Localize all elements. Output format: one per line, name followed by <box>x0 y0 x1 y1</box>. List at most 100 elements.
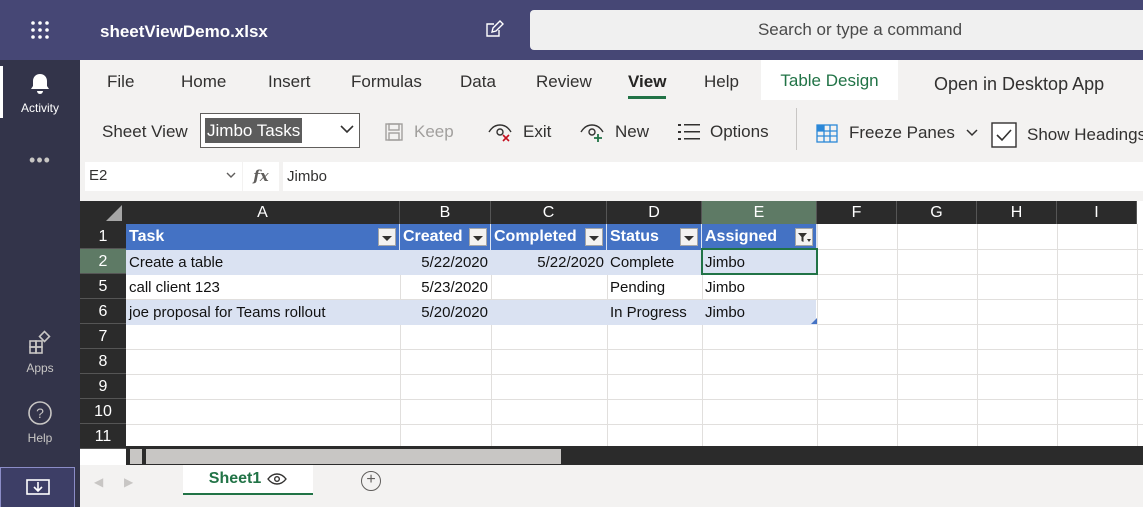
table-cell[interactable]: Complete <box>607 250 702 275</box>
tab-file[interactable]: File <box>107 72 134 92</box>
table-cell[interactable]: call client 123 <box>126 275 400 300</box>
table-cell[interactable] <box>491 275 607 300</box>
eye-icon <box>267 473 288 485</box>
column-header-a[interactable]: A <box>126 201 400 224</box>
add-sheet-button[interactable]: + <box>361 471 381 491</box>
horizontal-scrollbar[interactable] <box>126 446 1143 465</box>
chevron-down-icon <box>340 125 354 134</box>
file-title: sheetViewDemo.xlsx <box>100 22 268 41</box>
search-input[interactable]: Search or type a command <box>530 10 1143 50</box>
gridline <box>977 224 978 454</box>
app-launcher-button[interactable] <box>0 0 80 60</box>
next-sheet-arrow[interactable]: ▶ <box>124 475 133 489</box>
ribbon-separator <box>796 108 797 150</box>
rail-more-button[interactable]: ••• <box>0 150 80 171</box>
column-header-f[interactable]: F <box>817 201 897 224</box>
table-cell[interactable]: 5/20/2020 <box>400 300 491 325</box>
tab-help[interactable]: Help <box>704 72 739 92</box>
options-button[interactable]: Options <box>678 122 769 142</box>
prev-sheet-arrow[interactable]: ◀ <box>94 475 103 489</box>
tab-home[interactable]: Home <box>181 72 226 92</box>
table-header-status[interactable]: Status <box>607 224 702 250</box>
tab-view[interactable]: View <box>628 72 667 99</box>
table-header-completed[interactable]: Completed <box>491 224 607 250</box>
rail-item-help[interactable]: ? Help <box>0 400 80 445</box>
column-header-c[interactable]: C <box>491 201 607 224</box>
sheet-tab-bar: ◀ ▶ Sheet1 + <box>80 465 1143 507</box>
tab-table-design[interactable]: Table Design <box>761 60 898 100</box>
dropdown-arrow-icon <box>589 236 599 241</box>
column-header-b[interactable]: B <box>400 201 491 224</box>
filter-button[interactable] <box>378 228 396 246</box>
rail-item-activity[interactable]: Activity <box>0 66 80 118</box>
row-header[interactable]: 10 <box>80 399 126 424</box>
table-cell[interactable]: In Progress <box>607 300 702 325</box>
column-header-d[interactable]: D <box>607 201 702 224</box>
table-header-created[interactable]: Created <box>400 224 491 250</box>
row-header[interactable]: 9 <box>80 374 126 399</box>
filter-button[interactable] <box>469 228 487 246</box>
download-app-button[interactable] <box>0 467 75 507</box>
rail-item-apps[interactable]: Apps <box>0 330 80 375</box>
table-cell[interactable]: joe proposal for Teams rollout <box>126 300 400 325</box>
table-cell[interactable] <box>491 300 607 325</box>
table-cell[interactable]: Jimbo <box>702 275 817 300</box>
table-cell[interactable]: 5/23/2020 <box>400 275 491 300</box>
table-cell[interactable]: Create a table <box>126 250 400 275</box>
scroll-left-arrow[interactable] <box>130 449 142 464</box>
edit-icon[interactable] <box>484 20 504 40</box>
freeze-panes-button[interactable]: Freeze Panes <box>815 122 979 144</box>
row-header[interactable]: 7 <box>80 324 126 349</box>
column-header-h[interactable]: H <box>977 201 1057 224</box>
name-box[interactable]: E2 <box>85 162 242 191</box>
formula-input[interactable]: Jimbo <box>283 162 1143 191</box>
column-header-e[interactable]: E <box>702 201 817 224</box>
table-header-assigned[interactable]: Assigned <box>702 224 817 250</box>
row-header[interactable]: 8 <box>80 349 126 374</box>
select-all-corner[interactable] <box>80 201 126 224</box>
table-cell[interactable]: 5/22/2020 <box>491 250 607 275</box>
tab-data[interactable]: Data <box>460 72 496 92</box>
sheet-tab-sheet1[interactable]: Sheet1 <box>183 465 313 495</box>
eye-add-icon <box>580 124 604 142</box>
dropdown-arrow-icon <box>684 236 694 241</box>
exit-button[interactable]: Exit <box>487 122 551 142</box>
table-resize-handle[interactable] <box>811 318 817 324</box>
row-header[interactable]: 5 <box>80 274 126 299</box>
row-header[interactable]: 2 <box>80 249 126 274</box>
gridline <box>897 224 898 454</box>
row-header[interactable]: 11 <box>80 424 126 449</box>
help-icon: ? <box>28 401 52 425</box>
sheet-view-dropdown[interactable]: Jimbo Tasks <box>200 113 360 148</box>
keep-button[interactable]: Keep <box>384 122 454 142</box>
table-cell[interactable]: Pending <box>607 275 702 300</box>
filter-button[interactable] <box>795 228 813 246</box>
dropdown-arrow-icon <box>382 236 392 241</box>
table-cell[interactable]: 5/22/2020 <box>400 250 491 275</box>
gridline <box>126 399 1143 400</box>
open-in-desktop-button[interactable]: Open in Desktop App <box>934 74 1104 95</box>
apps-icon <box>29 330 51 354</box>
filter-button[interactable] <box>585 228 603 246</box>
insert-function-button[interactable]: fx <box>243 162 279 191</box>
table-header-task[interactable]: Task <box>126 224 400 250</box>
spreadsheet-grid[interactable]: A B C D E F G H I 1 2 5 6 7 8 9 10 11 Ta… <box>80 201 1143 465</box>
tab-insert[interactable]: Insert <box>268 72 311 92</box>
tab-formulas[interactable]: Formulas <box>351 72 422 92</box>
filter-applied-icon <box>798 233 811 242</box>
tab-review[interactable]: Review <box>536 72 592 92</box>
show-headings-toggle[interactable]: Show Headings <box>991 122 1143 148</box>
scroll-thumb[interactable] <box>146 449 561 464</box>
row-header[interactable]: 1 <box>80 224 126 249</box>
column-header-g[interactable]: G <box>897 201 977 224</box>
table-cell[interactable]: Jimbo <box>702 300 817 325</box>
checkbox-checked-icon <box>991 122 1017 148</box>
filter-button[interactable] <box>680 228 698 246</box>
waffle-icon <box>31 21 49 39</box>
row-header[interactable]: 6 <box>80 299 126 324</box>
save-icon <box>385 123 403 141</box>
dropdown-arrow-icon <box>473 236 483 241</box>
new-view-button[interactable]: New <box>579 122 649 142</box>
column-header-i[interactable]: I <box>1057 201 1137 224</box>
gridline <box>126 349 1143 350</box>
